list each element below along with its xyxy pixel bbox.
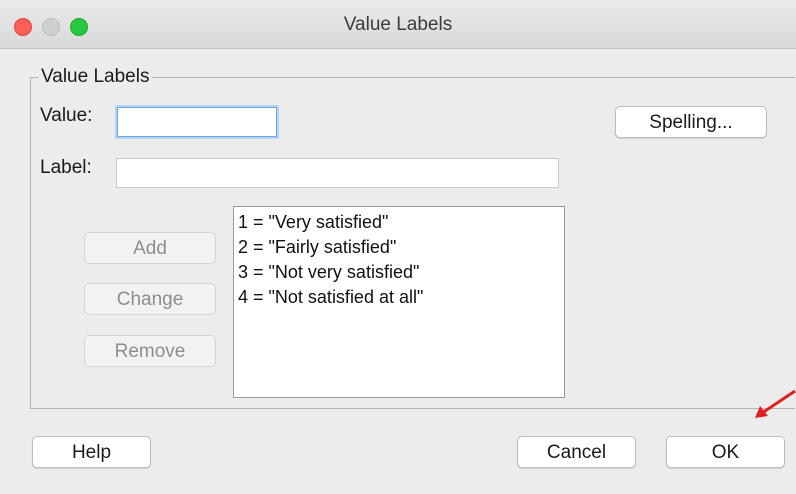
spelling-button[interactable]: Spelling... [615,106,767,138]
remove-button[interactable]: Remove [84,335,216,367]
label-input[interactable] [116,158,559,188]
value-label: Value: [40,105,93,126]
add-button[interactable]: Add [84,232,216,264]
annotation-arrow-icon [755,389,796,418]
value-input[interactable] [117,107,277,137]
window-title: Value Labels [343,14,453,35]
list-item[interactable]: 4 = "Not satisfied at all" [238,285,560,310]
label-label: Label: [40,157,92,178]
list-item[interactable]: 3 = "Not very satisfied" [238,260,560,285]
list-item[interactable]: 2 = "Fairly satisfied" [238,235,560,260]
list-item[interactable]: 1 = "Very satisfied" [238,210,560,235]
ok-button[interactable]: OK [666,436,785,468]
title-bar: Value Labels [0,0,796,49]
cancel-button[interactable]: Cancel [517,436,636,468]
value-labels-list[interactable]: 1 = "Very satisfied" 2 = "Fairly satisfi… [233,206,565,398]
group-legend: Value Labels [38,66,153,88]
help-button[interactable]: Help [32,436,151,468]
change-button[interactable]: Change [84,283,216,315]
